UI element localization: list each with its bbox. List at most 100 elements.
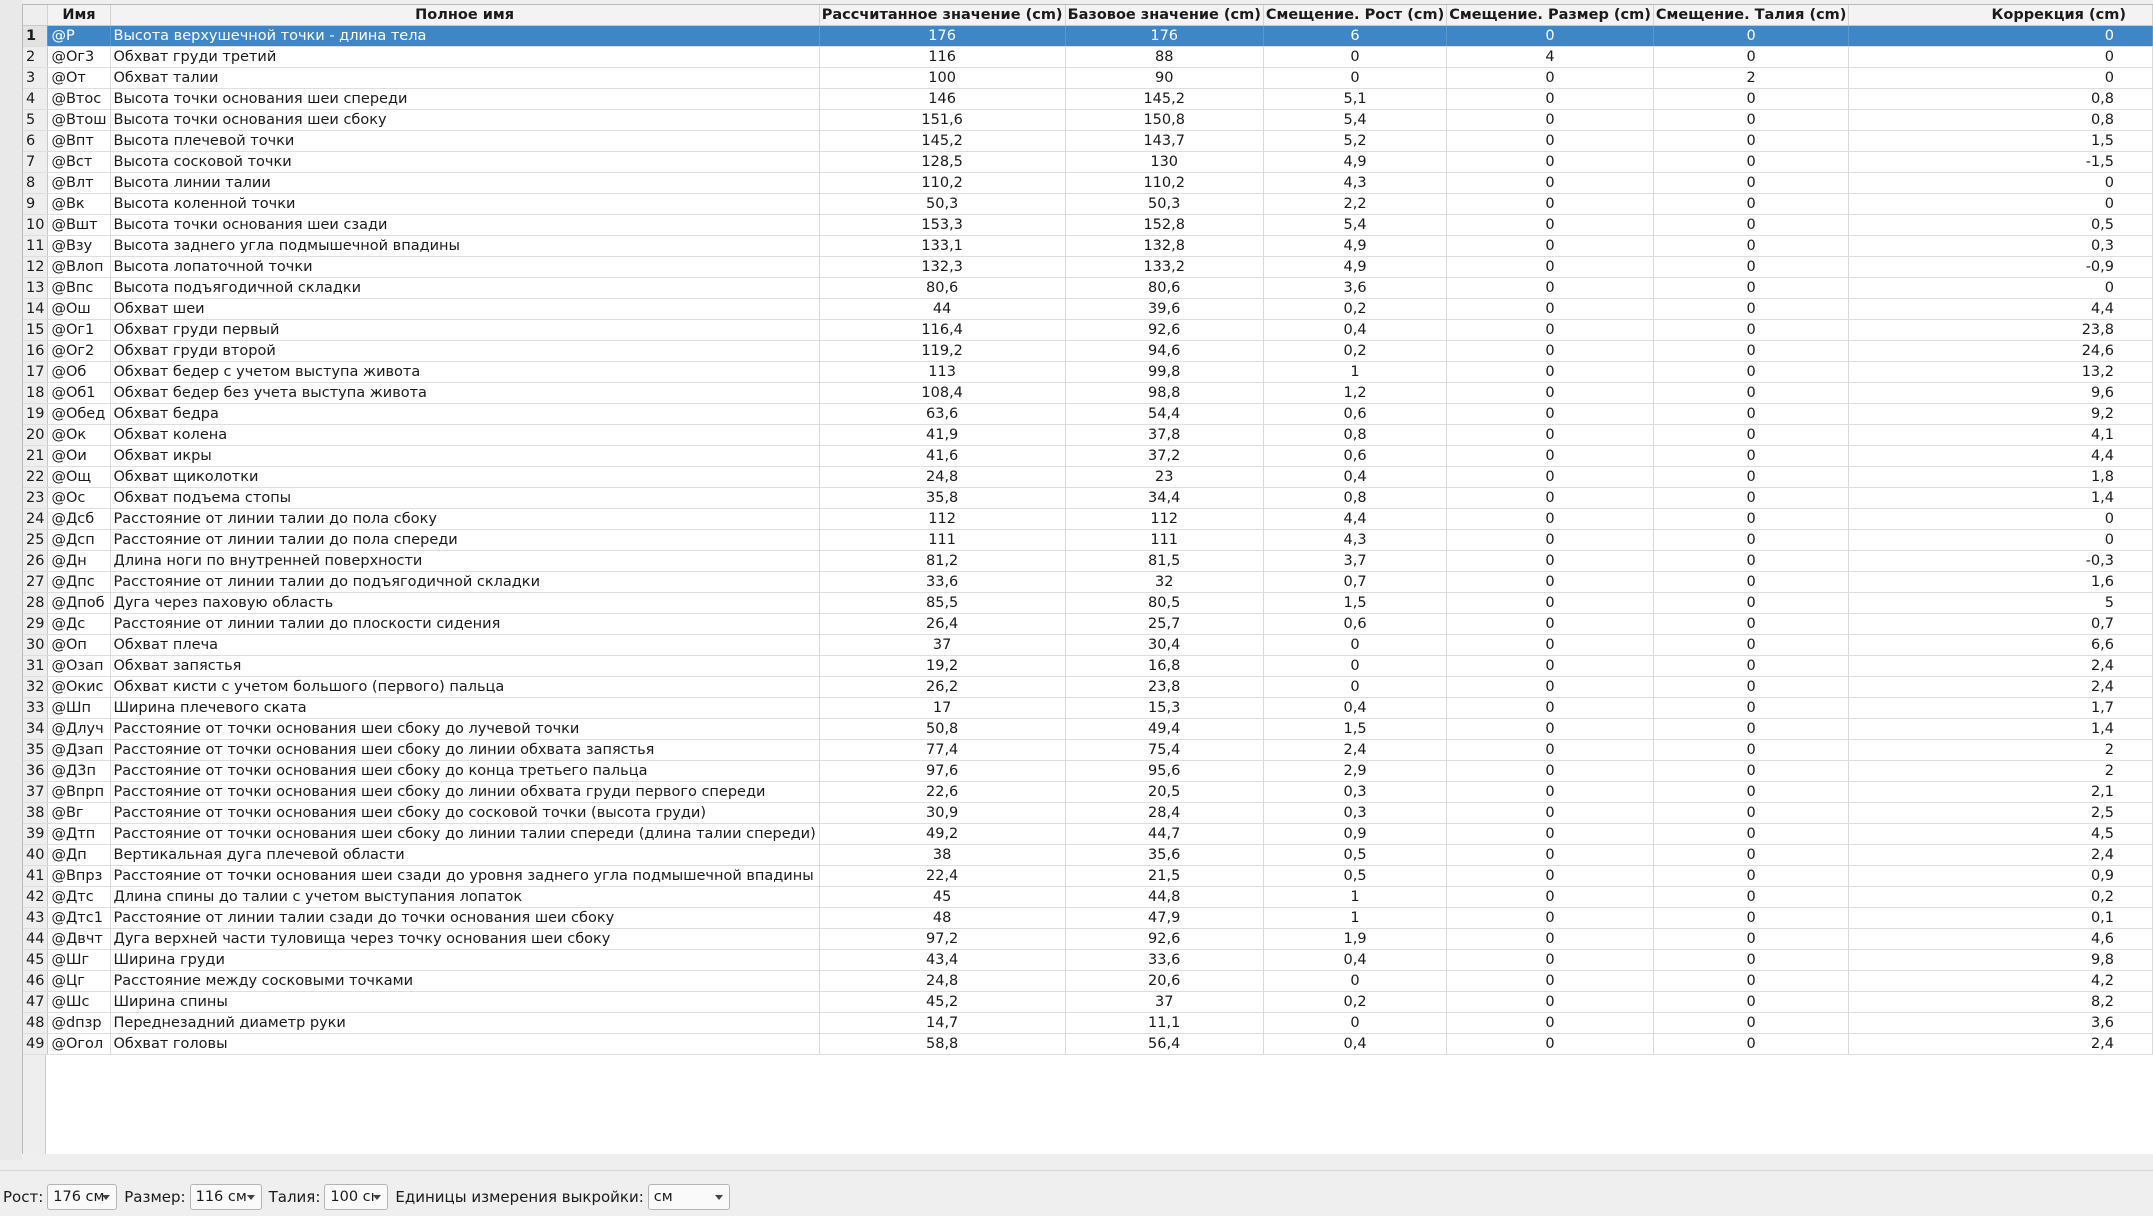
table-row[interactable]: 21 @Ои Обхват икры 41,6 37,2 0,6 0 0 4,4 — [23, 445, 2153, 467]
cell-shift-size[interactable]: 0 — [1446, 634, 1654, 656]
cell-calculated[interactable]: 176 — [819, 25, 1066, 47]
cell-correction[interactable]: 3,6 — [1848, 1012, 2153, 1034]
row-number[interactable]: 26 — [23, 550, 49, 572]
cell-base[interactable]: 15,3 — [1065, 697, 1264, 719]
table-row[interactable]: 38 @Вг Расстояние от точки основания шеи с… — [23, 802, 2153, 824]
cell-calculated[interactable]: 38 — [819, 844, 1066, 866]
cell-shift-waist[interactable]: 0 — [1653, 172, 1850, 194]
cell-full-name[interactable]: Расстояние от точки основания шеи сбоку … — [110, 781, 820, 803]
cell-base[interactable]: 110,2 — [1065, 172, 1264, 194]
cell-shift-waist[interactable]: 0 — [1653, 508, 1850, 530]
cell-correction[interactable]: 13,2 — [1848, 361, 2153, 383]
cell-name[interactable]: @Дпоб — [47, 592, 111, 614]
row-number[interactable]: 27 — [23, 571, 49, 593]
cell-base[interactable]: 11,1 — [1065, 1012, 1264, 1034]
cell-shift-size[interactable]: 0 — [1446, 25, 1654, 47]
cell-base[interactable]: 95,6 — [1065, 760, 1264, 782]
cell-shift-size[interactable]: 0 — [1446, 844, 1654, 866]
cell-shift-size[interactable]: 0 — [1446, 235, 1654, 257]
row-number[interactable]: 7 — [23, 151, 49, 173]
cell-full-name[interactable]: Расстояние от линии талии до плоскости с… — [110, 613, 820, 635]
cell-name[interactable]: @Дтс1 — [47, 907, 111, 929]
row-number[interactable]: 3 — [23, 67, 49, 89]
row-number[interactable]: 41 — [23, 865, 49, 887]
cell-shift-waist[interactable]: 0 — [1653, 844, 1850, 866]
cell-base[interactable]: 23 — [1065, 466, 1264, 488]
cell-correction[interactable]: 0 — [1848, 46, 2153, 68]
table-row[interactable]: 49 @Огол Обхват головы 58,8 56,4 0,4 0 0 2,4 — [23, 1033, 2153, 1055]
cell-shift-waist[interactable]: 0 — [1653, 298, 1850, 320]
cell-calculated[interactable]: 132,3 — [819, 256, 1066, 278]
cell-shift-size[interactable]: 0 — [1446, 382, 1654, 404]
cell-name[interactable]: @Вшт — [47, 214, 111, 236]
cell-shift-waist[interactable]: 0 — [1653, 781, 1850, 803]
cell-correction[interactable]: 0,5 — [1848, 214, 2153, 236]
cell-calculated[interactable]: 151,6 — [819, 109, 1066, 131]
column-header-calculated[interactable]: Рассчитанное значение (cm) — [819, 5, 1066, 26]
cell-name[interactable]: @Дтп — [47, 823, 111, 845]
cell-name[interactable]: @Цг — [47, 970, 111, 992]
cell-shift-height[interactable]: 1 — [1263, 907, 1448, 929]
cell-shift-size[interactable]: 0 — [1446, 298, 1654, 320]
table-row[interactable]: 33 @Шп Ширина плечевого ската 17 15,3 0,4 0 0 1,… — [23, 697, 2153, 719]
cell-shift-height[interactable]: 0 — [1263, 655, 1448, 677]
cell-full-name[interactable]: Обхват шеи — [110, 298, 820, 320]
cell-name[interactable]: @Ош — [47, 298, 111, 320]
cell-calculated[interactable]: 133,1 — [819, 235, 1066, 257]
cell-base[interactable]: 44,8 — [1065, 886, 1264, 908]
cell-full-name[interactable]: Вертикальная дуга плечевой области — [110, 844, 820, 866]
cell-correction[interactable]: 4,4 — [1848, 298, 2153, 320]
cell-correction[interactable]: 24,6 — [1848, 340, 2153, 362]
cell-shift-height[interactable]: 4,9 — [1263, 151, 1448, 173]
column-header-shift-size[interactable]: Смещение. Размер (cm) — [1446, 5, 1654, 26]
cell-full-name[interactable]: Высота плечевой точки — [110, 130, 820, 152]
row-number[interactable]: 45 — [23, 949, 49, 971]
cell-shift-size[interactable]: 4 — [1446, 46, 1654, 68]
cell-shift-height[interactable]: 1 — [1263, 361, 1448, 383]
cell-name[interactable]: @Дс — [47, 613, 111, 635]
cell-calculated[interactable]: 35,8 — [819, 487, 1066, 509]
cell-shift-size[interactable]: 0 — [1446, 172, 1654, 194]
cell-base[interactable]: 80,6 — [1065, 277, 1264, 299]
cell-calculated[interactable]: 50,3 — [819, 193, 1066, 215]
cell-shift-height[interactable]: 1,2 — [1263, 382, 1448, 404]
cell-correction[interactable]: 0,8 — [1848, 109, 2153, 131]
cell-shift-waist[interactable]: 0 — [1653, 466, 1850, 488]
cell-name[interactable]: @Впрп — [47, 781, 111, 803]
cell-correction[interactable]: 2,1 — [1848, 781, 2153, 803]
cell-name[interactable]: @Окис — [47, 676, 111, 698]
cell-shift-size[interactable]: 0 — [1446, 949, 1654, 971]
cell-shift-size[interactable]: 0 — [1446, 739, 1654, 761]
row-number[interactable]: 1 — [23, 25, 49, 47]
table-row[interactable]: 12 @Влоп Высота лопаточной точки 132,3 133,2… — [23, 256, 2153, 278]
cell-base[interactable]: 75,4 — [1065, 739, 1264, 761]
cell-shift-height[interactable]: 5,2 — [1263, 130, 1448, 152]
cell-base[interactable]: 111 — [1065, 529, 1264, 551]
row-number[interactable]: 13 — [23, 277, 49, 299]
cell-shift-height[interactable]: 0 — [1263, 67, 1448, 89]
row-number[interactable]: 15 — [23, 319, 49, 341]
cell-shift-size[interactable]: 0 — [1446, 466, 1654, 488]
table-row[interactable]: 13 @Впс Высота подъягодичной складки 80,6 80… — [23, 277, 2153, 299]
row-number[interactable]: 25 — [23, 529, 49, 551]
cell-correction[interactable]: 1,5 — [1848, 130, 2153, 152]
cell-shift-height[interactable]: 0,4 — [1263, 319, 1448, 341]
cell-full-name[interactable]: Обхват талии — [110, 67, 820, 89]
cell-calculated[interactable]: 77,4 — [819, 739, 1066, 761]
row-number[interactable]: 31 — [23, 655, 49, 677]
row-number[interactable]: 10 — [23, 214, 49, 236]
cell-calculated[interactable]: 112 — [819, 508, 1066, 530]
cell-shift-height[interactable]: 0,4 — [1263, 1033, 1448, 1055]
cell-full-name[interactable]: Высота сосковой точки — [110, 151, 820, 173]
table-row[interactable]: 31 @Озап Обхват запястья 19,2 16,8 0 0 0 2,4 — [23, 655, 2153, 677]
row-number[interactable]: 11 — [23, 235, 49, 257]
table-row[interactable]: 16 @Ог2 Обхват груди второй 119,2 94,6 0,2 0 0 2… — [23, 340, 2153, 362]
cell-correction[interactable]: 0,8 — [1848, 88, 2153, 110]
cell-shift-waist[interactable]: 0 — [1653, 655, 1850, 677]
cell-correction[interactable]: 9,2 — [1848, 403, 2153, 425]
column-header-base[interactable]: Базовое значение (cm) — [1065, 5, 1264, 26]
cell-shift-height[interactable]: 5,1 — [1263, 88, 1448, 110]
cell-base[interactable]: 176 — [1065, 25, 1264, 47]
cell-calculated[interactable]: 45 — [819, 886, 1066, 908]
cell-shift-height[interactable]: 4,4 — [1263, 508, 1448, 530]
